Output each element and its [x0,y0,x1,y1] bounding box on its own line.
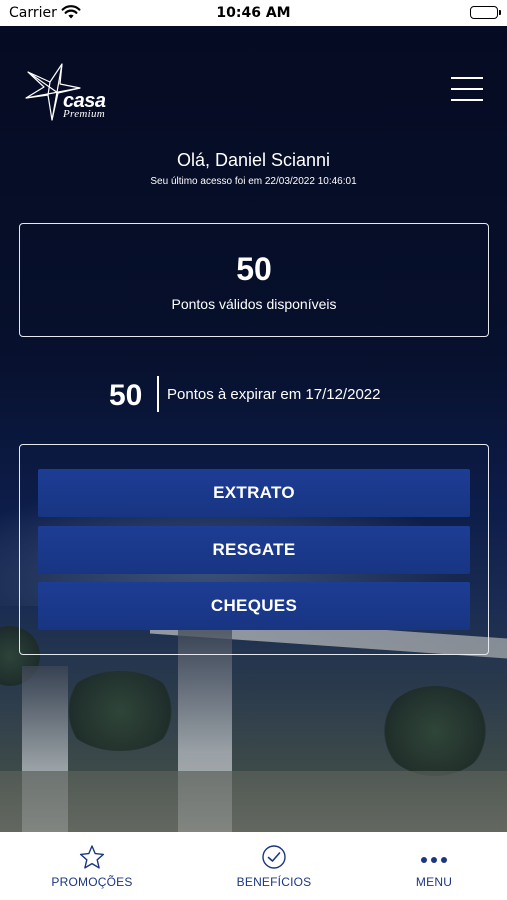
expiring-points-row: 50 Pontos à expirar em 17/12/2022 [0,376,507,412]
last-access-text: Seu último acesso foi em 22/03/2022 10:4… [150,176,357,187]
tab-promocoes[interactable]: PROMOÇÕES [42,832,142,900]
actions-panel: EXTRATO RESGATE CHEQUES [19,444,489,655]
hamburger-icon[interactable] [451,77,483,103]
expiring-points-label: Pontos à expirar em 17/12/2022 [167,386,381,403]
tab-beneficios-label: BENEFÍCIOS [236,875,312,889]
valid-points-value: 50 [236,251,272,287]
expiring-points-value: 50 [109,379,143,412]
more-dots-icon [418,844,450,875]
tab-menu[interactable]: MENU [394,832,474,900]
background-tree [60,671,180,751]
expiring-points-divider [157,376,159,412]
background-tree [380,686,490,776]
resgate-button[interactable]: RESGATE [38,526,470,574]
home-screen: casa Premium Olá, Daniel Scianni Seu últ… [0,26,507,832]
status-bar: Carrier 10:46 AM [0,0,507,26]
logo-brand-subtext: Premium [63,108,106,120]
tab-beneficios[interactable]: BENEFÍCIOS [224,832,324,900]
background-ground [0,771,507,832]
background-photo [0,26,507,832]
tab-promocoes-label: PROMOÇÕES [51,875,133,889]
user-greeting: Olá, Daniel Scianni [176,150,331,170]
clock-time: 10:46 AM [216,5,291,21]
check-circle-icon [261,844,287,875]
battery-icon [470,6,501,19]
bottom-tab-bar: PROMOÇÕES BENEFÍCIOS MENU [0,832,507,900]
valid-points-card: 50 Pontos válidos disponíveis [19,223,489,337]
casa-premium-logo: casa Premium [22,62,132,122]
cheques-button[interactable]: CHEQUES [38,582,470,630]
valid-points-label: Pontos válidos disponíveis [171,296,337,312]
extrato-button[interactable]: EXTRATO [38,469,470,517]
tab-menu-label: MENU [415,875,453,889]
star-icon [79,844,105,875]
